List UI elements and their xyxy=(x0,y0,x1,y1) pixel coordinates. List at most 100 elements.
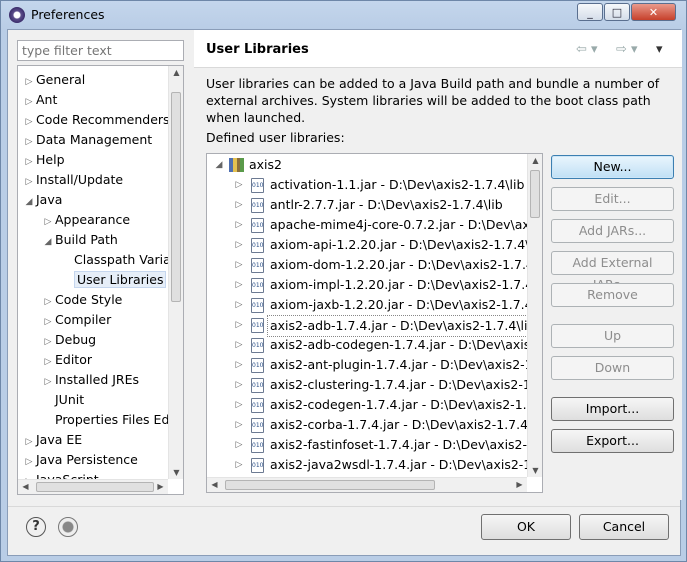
down-button[interactable]: Down xyxy=(551,356,674,380)
minimize-button[interactable]: _ xyxy=(577,3,603,21)
view-menu-icon[interactable]: ▾ xyxy=(656,42,663,57)
defined-libraries-label: Defined user libraries: xyxy=(206,130,345,145)
nav-item[interactable]: ▷ Code Style xyxy=(41,290,123,312)
libraries-hscroll-thumb[interactable] xyxy=(225,480,435,490)
expand-icon[interactable]: ▷ xyxy=(233,355,245,375)
nav-item[interactable]: ▷ Data Management xyxy=(22,130,153,152)
scroll-left-arrow[interactable]: ◀ xyxy=(18,482,33,491)
filter-input[interactable] xyxy=(17,40,184,61)
nav-item-label: JUnit xyxy=(55,392,85,407)
nav-item-label: Java Persistence xyxy=(36,452,138,467)
jar-icon: 010 xyxy=(251,318,264,333)
nav-item-label: User Libraries xyxy=(74,271,167,288)
nav-item[interactable]: ▷ Installed JREs xyxy=(41,370,139,390)
expand-icon[interactable]: ▷ xyxy=(233,275,245,295)
expand-icon[interactable]: ▷ xyxy=(233,335,245,355)
libraries-scroll-thumb[interactable] xyxy=(530,170,540,218)
scroll-up-arrow[interactable]: ▲ xyxy=(528,156,542,165)
expand-icon[interactable]: ▷ xyxy=(22,72,36,92)
maximize-button[interactable]: □ xyxy=(604,3,630,21)
user-libraries-page: User Libraries ⇦ ▾ ⇨ ▾ ▾ User libraries … xyxy=(194,30,682,500)
scroll-up-arrow[interactable]: ▲ xyxy=(169,68,183,77)
remove-button[interactable]: Remove xyxy=(551,283,674,307)
expand-icon[interactable]: ▷ xyxy=(233,435,245,455)
new-button[interactable]: New... xyxy=(551,155,674,179)
nav-hscroll-thumb[interactable] xyxy=(36,482,154,492)
expand-icon[interactable]: ▷ xyxy=(233,195,245,215)
expand-icon[interactable]: ▷ xyxy=(233,415,245,435)
nav-item[interactable]: ▷ Help xyxy=(22,150,65,170)
nav-item[interactable]: ▷ Appearance xyxy=(41,210,131,232)
nav-item-label: Code Recommenders xyxy=(36,112,170,127)
expand-icon[interactable]: ▷ xyxy=(41,352,55,372)
add-jars-button[interactable]: Add JARs... xyxy=(551,219,674,243)
nav-vertical-scrollbar[interactable]: ▲ ▼ xyxy=(168,66,183,479)
export-button[interactable]: Export... xyxy=(551,429,674,453)
expand-icon[interactable]: ▷ xyxy=(22,112,36,132)
expand-icon[interactable]: ▷ xyxy=(22,432,36,452)
ok-button[interactable]: OK xyxy=(481,514,571,540)
nav-item[interactable]: Classpath Varia xyxy=(60,250,171,270)
nav-item[interactable]: ▷ Debug xyxy=(41,330,97,352)
nav-item[interactable]: Properties Files Ed xyxy=(41,410,169,430)
close-button[interactable]: ✕ xyxy=(631,3,676,21)
expand-icon[interactable]: ▷ xyxy=(22,152,36,172)
collapse-icon[interactable]: ◢ xyxy=(22,192,36,212)
expand-icon[interactable]: ▷ xyxy=(233,375,245,395)
expand-icon[interactable]: ▷ xyxy=(233,175,245,195)
add-external-jars-button[interactable]: Add External JARs... xyxy=(551,251,674,292)
expand-icon[interactable]: ▷ xyxy=(233,215,245,235)
up-button[interactable]: Up xyxy=(551,324,674,348)
forward-nav-icon[interactable]: ⇨ ▾ xyxy=(616,42,638,57)
nav-item[interactable]: ▷ Java EE xyxy=(22,430,83,452)
nav-item[interactable]: ◢ Java xyxy=(22,190,63,212)
expand-icon[interactable]: ▷ xyxy=(22,452,36,472)
scroll-left-arrow[interactable]: ◀ xyxy=(207,480,222,489)
nav-horizontal-scrollbar[interactable]: ◀ ▶ xyxy=(18,479,168,494)
nav-item[interactable]: ▷ Compiler xyxy=(41,310,112,332)
expand-icon[interactable]: ▷ xyxy=(233,315,245,335)
help-icon[interactable]: ? xyxy=(26,517,46,537)
nav-item[interactable]: ◢ Build Path xyxy=(41,230,118,250)
expand-icon[interactable]: ▷ xyxy=(233,255,245,275)
expand-icon[interactable]: ▷ xyxy=(41,292,55,312)
nav-item[interactable]: ▷ Code Recommenders xyxy=(22,110,170,130)
expand-icon[interactable]: ▷ xyxy=(233,235,245,255)
dialog-client-area: ▷General▷Ant▷Code Recommenders▷Data Mana… xyxy=(7,29,682,556)
scroll-right-arrow[interactable]: ▶ xyxy=(153,482,168,491)
expand-icon[interactable]: ▷ xyxy=(41,312,55,332)
preferences-tree[interactable]: ▷ General ▷ Ant ▷ Code Recommenders ▷ Data Mana… xyxy=(17,65,184,495)
jar-icon: 010 xyxy=(251,438,264,453)
expand-icon[interactable]: ▷ xyxy=(233,455,245,475)
nav-item[interactable]: ▷ General xyxy=(22,70,86,92)
expand-icon[interactable]: ▷ xyxy=(22,92,36,112)
expand-icon[interactable]: ▷ xyxy=(41,212,55,232)
nav-item[interactable]: ▷ Java Persistence xyxy=(22,450,138,470)
expand-icon[interactable]: ▷ xyxy=(233,295,245,315)
expand-icon[interactable]: ▷ xyxy=(233,395,245,415)
libraries-vertical-scrollbar[interactable]: ▲ ▼ xyxy=(527,154,542,477)
edit-button[interactable]: Edit... xyxy=(551,187,674,211)
collapse-icon[interactable]: ◢ xyxy=(41,232,55,252)
nav-item[interactable]: User Libraries xyxy=(60,270,167,290)
jar-label: axis2-clustering-1.7.4.jar - D:\Dev\axis… xyxy=(270,377,543,392)
back-nav-icon[interactable]: ⇦ ▾ xyxy=(576,42,598,57)
expand-icon[interactable]: ▷ xyxy=(41,372,55,392)
nav-item[interactable]: ▷ Editor xyxy=(41,350,92,370)
scroll-down-arrow[interactable]: ▼ xyxy=(528,466,542,475)
nav-item[interactable]: ▷ Ant xyxy=(22,90,58,112)
expand-icon[interactable]: ▷ xyxy=(22,132,36,152)
nav-scroll-thumb[interactable] xyxy=(171,92,181,302)
scroll-right-arrow[interactable]: ▶ xyxy=(512,480,527,489)
expand-icon[interactable]: ▷ xyxy=(22,172,36,192)
open-preferences-icon[interactable] xyxy=(58,517,78,537)
expand-icon[interactable]: ▷ xyxy=(41,332,55,352)
cancel-button[interactable]: Cancel xyxy=(579,514,669,540)
collapse-icon[interactable]: ◢ xyxy=(213,155,225,175)
user-libraries-tree[interactable]: ◢ axis2 ▷ 010 activation-1.1.jar - D:\Dev\… xyxy=(206,153,543,493)
libraries-horizontal-scrollbar[interactable]: ◀ ▶ xyxy=(207,477,527,492)
nav-item[interactable]: JUnit xyxy=(41,390,84,410)
import-button[interactable]: Import... xyxy=(551,397,674,421)
nav-item[interactable]: ▷ Install/Update xyxy=(22,170,124,192)
scroll-down-arrow[interactable]: ▼ xyxy=(169,468,183,477)
